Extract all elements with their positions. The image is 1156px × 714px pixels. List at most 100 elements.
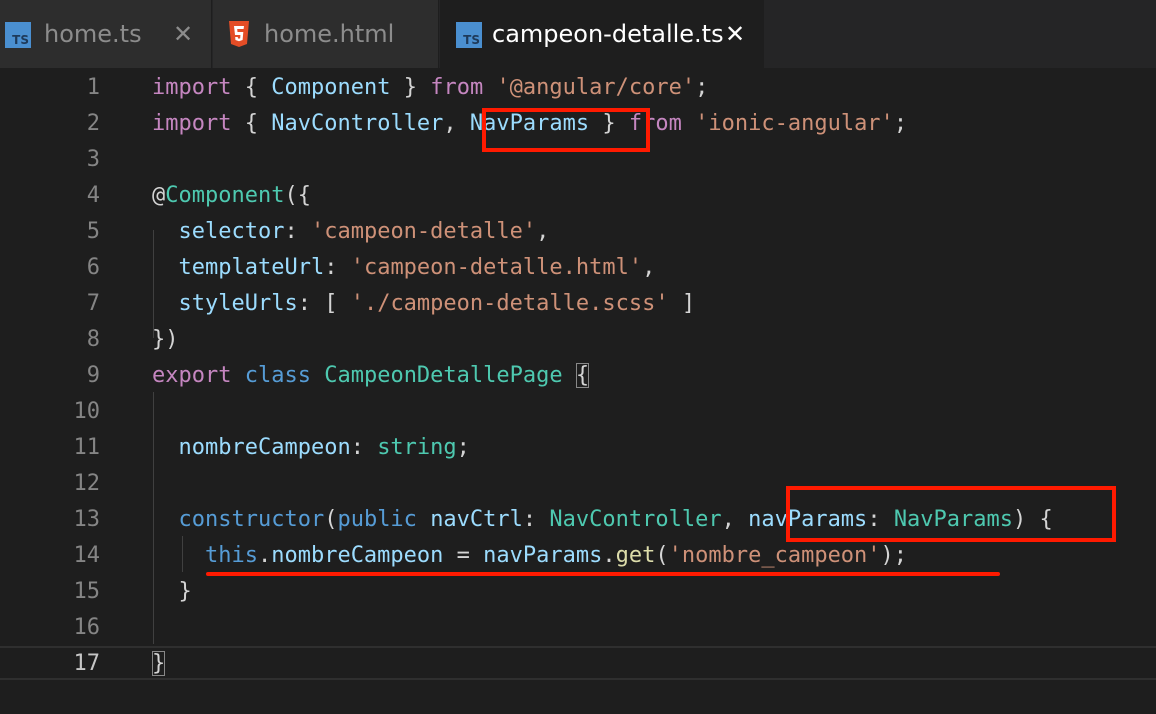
code-token: : [ bbox=[297, 291, 351, 316]
code-token: selector bbox=[178, 219, 285, 244]
line-number: 11 bbox=[73, 435, 101, 460]
code-token: , bbox=[721, 507, 749, 532]
code-token: this bbox=[204, 543, 258, 568]
line-number: 14 bbox=[73, 543, 101, 568]
tab-label: home.html bbox=[264, 20, 395, 48]
code-token: 'campeon-detalle' bbox=[310, 219, 537, 244]
code-token: export bbox=[152, 363, 232, 388]
typescript-icon: TS bbox=[5, 22, 31, 48]
code-token: './campeon-detalle.scss' bbox=[350, 291, 669, 316]
code-token: nombreCampeon bbox=[178, 435, 351, 460]
code-token: styleUrls bbox=[178, 291, 298, 316]
code-token: import bbox=[152, 75, 232, 100]
line-number: 7 bbox=[86, 291, 100, 316]
code-line-7[interactable]: styleUrls: [ './campeon-detalle.scss' ] bbox=[152, 286, 696, 322]
code-token: navParams bbox=[483, 543, 603, 568]
code-token: public bbox=[337, 507, 417, 532]
line-number: 10 bbox=[73, 399, 101, 424]
code-line-11[interactable]: nombreCampeon: string; bbox=[152, 430, 470, 466]
code-token: Component bbox=[271, 75, 391, 100]
line-number: 17 bbox=[73, 651, 101, 676]
code-token: ] bbox=[668, 291, 696, 316]
code-token: class bbox=[244, 363, 311, 388]
code-token: 'campeon-detalle.html' bbox=[350, 255, 643, 280]
annotation-box-navparams-import bbox=[482, 108, 650, 152]
line-number: 13 bbox=[73, 507, 101, 532]
code-token: ); bbox=[880, 543, 908, 568]
line-number: 6 bbox=[86, 255, 100, 280]
code-token: templateUrl bbox=[178, 255, 325, 280]
code-line-4[interactable]: @Component({ bbox=[152, 178, 311, 214]
tab-campeon-detalle-ts[interactable]: TS campeon-detalle.ts ✕ bbox=[440, 0, 764, 68]
line-number: 1 bbox=[86, 75, 100, 100]
code-token: ; bbox=[893, 111, 908, 136]
tab-label: campeon-detalle.ts bbox=[492, 20, 724, 48]
close-icon[interactable]: ✕ bbox=[720, 19, 750, 49]
code-token: import bbox=[152, 111, 232, 136]
code-line-15[interactable]: } bbox=[152, 574, 192, 610]
html5-icon bbox=[229, 21, 249, 47]
code-token: from bbox=[430, 75, 484, 100]
code-token: constructor bbox=[178, 507, 325, 532]
code-token: NavController bbox=[271, 111, 444, 136]
line-number: 9 bbox=[86, 363, 100, 388]
code-token: : bbox=[350, 435, 378, 460]
code-token: , bbox=[536, 219, 550, 244]
code-token: , bbox=[642, 255, 656, 280]
code-token: @ bbox=[152, 183, 166, 208]
code-line-5[interactable]: selector: 'campeon-detalle', bbox=[152, 214, 550, 250]
code-token: } bbox=[152, 579, 192, 604]
code-token: ({ bbox=[284, 183, 311, 208]
code-token: . bbox=[602, 543, 616, 568]
code-line-6[interactable]: templateUrl: 'campeon-detalle.html', bbox=[152, 250, 656, 286]
line-number: 4 bbox=[86, 183, 100, 208]
code-line-14[interactable]: this.nombreCampeon = navParams.get('nomb… bbox=[152, 538, 907, 574]
line-number: 5 bbox=[86, 219, 100, 244]
editor-tab-bar: TS home.ts ✕ home.html TS campeon-detall… bbox=[0, 0, 1156, 68]
code-line-1[interactable]: import { Component } from '@angular/core… bbox=[152, 70, 708, 106]
code-token: Component bbox=[165, 183, 285, 208]
annotation-box-navparams-param bbox=[786, 486, 1116, 542]
code-token: : bbox=[522, 507, 550, 532]
line-number: 15 bbox=[73, 579, 101, 604]
code-editor[interactable]: 1 2 3 4 5 6 7 8 9 10 11 12 13 14 15 16 1… bbox=[0, 68, 1156, 714]
typescript-badge-text: TS bbox=[12, 33, 29, 47]
code-token: , bbox=[443, 111, 470, 136]
code-token: CampeonDetallePage bbox=[324, 363, 563, 388]
line-number: 3 bbox=[86, 147, 100, 172]
code-token: { bbox=[575, 363, 590, 388]
code-token: ( bbox=[655, 543, 669, 568]
code-line-8[interactable]: }) bbox=[152, 322, 179, 358]
code-token: 'ionic-angular' bbox=[695, 111, 894, 136]
code-token: ( bbox=[324, 507, 338, 532]
current-line-highlight bbox=[0, 646, 1156, 680]
code-token: { bbox=[231, 111, 272, 136]
code-token: navCtrl bbox=[430, 507, 523, 532]
code-token: } bbox=[390, 75, 431, 100]
code-line-9[interactable]: export class CampeonDetallePage { bbox=[152, 358, 590, 394]
line-number: 8 bbox=[86, 327, 100, 352]
tab-label: home.ts bbox=[44, 20, 142, 48]
code-token: : bbox=[324, 255, 351, 280]
close-icon[interactable]: ✕ bbox=[168, 19, 198, 49]
code-token: 'nombre_campeon' bbox=[668, 543, 881, 568]
code-token: get bbox=[615, 543, 656, 568]
code-token: string bbox=[377, 435, 457, 460]
code-token: } bbox=[152, 651, 166, 676]
line-number: 2 bbox=[86, 111, 100, 136]
code-token: . bbox=[257, 543, 272, 568]
typescript-badge-text: TS bbox=[463, 33, 480, 47]
code-line-17[interactable]: } bbox=[152, 646, 166, 682]
typescript-icon: TS bbox=[456, 22, 482, 48]
tab-home-ts[interactable]: TS home.ts ✕ bbox=[0, 0, 212, 68]
